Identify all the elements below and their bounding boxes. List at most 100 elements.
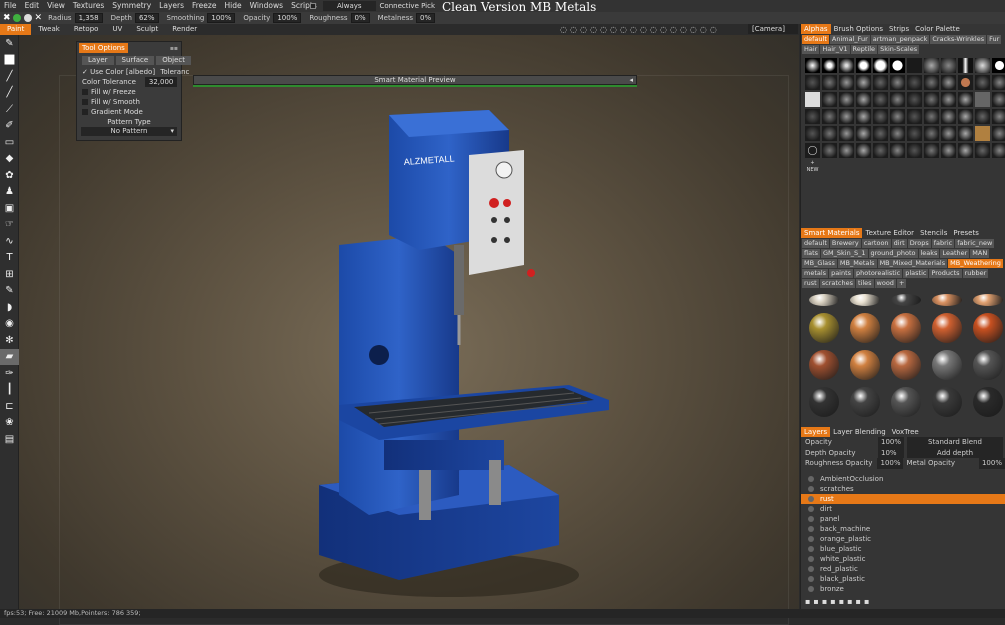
gradient-mode-checkbox[interactable]	[82, 109, 88, 115]
alpha-thumb[interactable]	[839, 143, 854, 158]
depth-opacity-field[interactable]: 10%	[878, 447, 904, 458]
green-dot-icon[interactable]	[12, 14, 21, 22]
measure-icon[interactable]: ⊏	[0, 398, 19, 415]
alpha-thumb[interactable]	[992, 126, 1005, 141]
alpha-thumb[interactable]	[941, 75, 956, 90]
alpha-thumb[interactable]	[873, 143, 888, 158]
depth-field[interactable]: 62%	[134, 13, 159, 23]
alpha-thumb[interactable]	[958, 75, 973, 90]
material-category-flats[interactable]: flats	[802, 249, 821, 258]
alpha-thumb[interactable]	[941, 143, 956, 158]
material-thumb[interactable]	[805, 385, 843, 419]
material-category-leather[interactable]: Leather	[940, 249, 970, 258]
layer-row[interactable]: orange_plastic	[801, 534, 1005, 544]
material-category-mb_glass[interactable]: MB_Glass	[802, 259, 837, 268]
alpha-thumb[interactable]	[822, 92, 837, 107]
eye-icon[interactable]	[808, 575, 814, 582]
alpha-thumb[interactable]	[890, 75, 905, 90]
material-category-plastic[interactable]: plastic	[903, 269, 929, 278]
roughness-field[interactable]: 0%	[350, 13, 370, 23]
menu-file[interactable]: File	[0, 0, 21, 12]
menu-windows[interactable]: Windows	[246, 0, 287, 12]
metal-opacity-field[interactable]: 100%	[978, 458, 1005, 469]
tab-alphas[interactable]: Alphas	[801, 24, 831, 34]
vector-icon[interactable]: ∿	[0, 233, 19, 250]
material-thumb[interactable]	[805, 348, 843, 382]
material-thumb[interactable]	[928, 348, 966, 382]
picker-icon[interactable]: ✑	[0, 365, 19, 382]
alpha-thumb[interactable]	[924, 92, 939, 107]
alpha-thumb[interactable]	[924, 75, 939, 90]
move-up-icon[interactable]: ▪	[839, 597, 844, 606]
view-icon[interactable]: ◌	[700, 25, 707, 34]
menu-textures[interactable]: Textures	[69, 0, 108, 12]
alpha-category-reptile[interactable]: Reptile	[850, 45, 878, 54]
close-icon[interactable]: ✖	[3, 13, 11, 23]
radius-field[interactable]: 1,358	[74, 13, 103, 23]
material-thumb[interactable]	[805, 311, 843, 345]
eye-icon[interactable]	[808, 535, 814, 542]
monitor-icon[interactable]: ◌	[710, 25, 717, 34]
material-thumb[interactable]	[887, 385, 925, 419]
alpha-thumb[interactable]	[975, 109, 990, 124]
menu-layers[interactable]: Layers	[155, 0, 188, 12]
material-category-mb_metals[interactable]: MB_Metals	[837, 259, 877, 268]
alpha-thumb[interactable]	[890, 126, 905, 141]
metalness-field[interactable]: 0%	[416, 13, 436, 23]
material-category-mb_weathering[interactable]: MB_Weathering	[948, 259, 1003, 268]
sphere-icon[interactable]: ◌	[590, 25, 597, 34]
tab-strips[interactable]: Strips	[886, 24, 912, 34]
tool-tab-layer[interactable]: Layer	[82, 56, 114, 65]
material-category-default[interactable]: default	[802, 239, 829, 248]
layer-row[interactable]: rust	[801, 493, 1005, 504]
alpha-thumb[interactable]	[839, 58, 854, 73]
brush-icon[interactable]: ✎	[0, 35, 19, 52]
strip-icon[interactable]: ▤	[0, 431, 19, 448]
layer-row[interactable]: red_plastic	[801, 564, 1005, 574]
pen-icon[interactable]: ╱	[0, 85, 19, 102]
alpha-thumb[interactable]	[941, 109, 956, 124]
always-checkbox[interactable]	[310, 3, 316, 9]
material-thumb[interactable]	[928, 292, 966, 308]
color-tolerance-field[interactable]: 32,000	[144, 77, 178, 87]
material-thumb[interactable]	[846, 385, 884, 419]
eye-icon[interactable]	[808, 515, 814, 522]
layer-row[interactable]: black_plastic	[801, 574, 1005, 584]
alpha-thumb[interactable]	[822, 126, 837, 141]
alpha-thumb[interactable]	[805, 58, 820, 73]
sun-icon[interactable]: ◌	[560, 25, 567, 34]
eye-icon[interactable]	[808, 485, 814, 492]
layer-row[interactable]: blue_plastic	[801, 544, 1005, 554]
material-category-man[interactable]: MAN	[970, 249, 990, 258]
alpha-thumb[interactable]	[975, 75, 990, 90]
settings-icon[interactable]: ▪	[864, 597, 869, 606]
eraser-icon[interactable]: ▭	[0, 134, 19, 151]
tool-options-title[interactable]: Tool Options	[79, 43, 128, 53]
alpha-category-cracks-wrinkles[interactable]: Cracks-Wrinkles	[930, 35, 987, 44]
x-icon[interactable]: ✕	[35, 13, 43, 23]
alpha-thumb[interactable]	[856, 109, 871, 124]
alpha-thumb[interactable]	[873, 92, 888, 107]
camera-dropdown[interactable]: [Camera]	[748, 24, 798, 34]
layer-row[interactable]: bronze	[801, 584, 1005, 594]
use-color-option[interactable]: ✓ Use Color [albedo] Toleranc	[77, 67, 189, 77]
stroke-icon[interactable]: ⟋	[0, 101, 19, 118]
material-thumb[interactable]	[887, 292, 925, 308]
globe-icon[interactable]: ▪	[856, 597, 861, 606]
alpha-thumb[interactable]	[992, 92, 1005, 107]
material-category-leaks[interactable]: leaks	[918, 249, 940, 258]
alpha-thumb[interactable]	[958, 92, 973, 107]
alpha-thumb[interactable]	[975, 92, 990, 107]
eye-icon[interactable]	[808, 505, 814, 512]
add-category-icon[interactable]: +	[896, 279, 907, 288]
alpha-thumb[interactable]	[907, 109, 922, 124]
zoom-icon[interactable]: ◌	[640, 25, 647, 34]
menu-hide[interactable]: Hide	[220, 0, 245, 12]
tab-retopo[interactable]: Retopo	[67, 24, 106, 35]
layer-row[interactable]: back_machine	[801, 524, 1005, 534]
light-icon[interactable]: ◌	[580, 25, 587, 34]
fill-icon[interactable]: ◆	[0, 151, 19, 168]
ruler-icon[interactable]: ┃	[0, 382, 19, 399]
fill-freeze-option[interactable]: Fill w/ Freeze	[77, 87, 181, 97]
alpha-thumb[interactable]	[839, 92, 854, 107]
